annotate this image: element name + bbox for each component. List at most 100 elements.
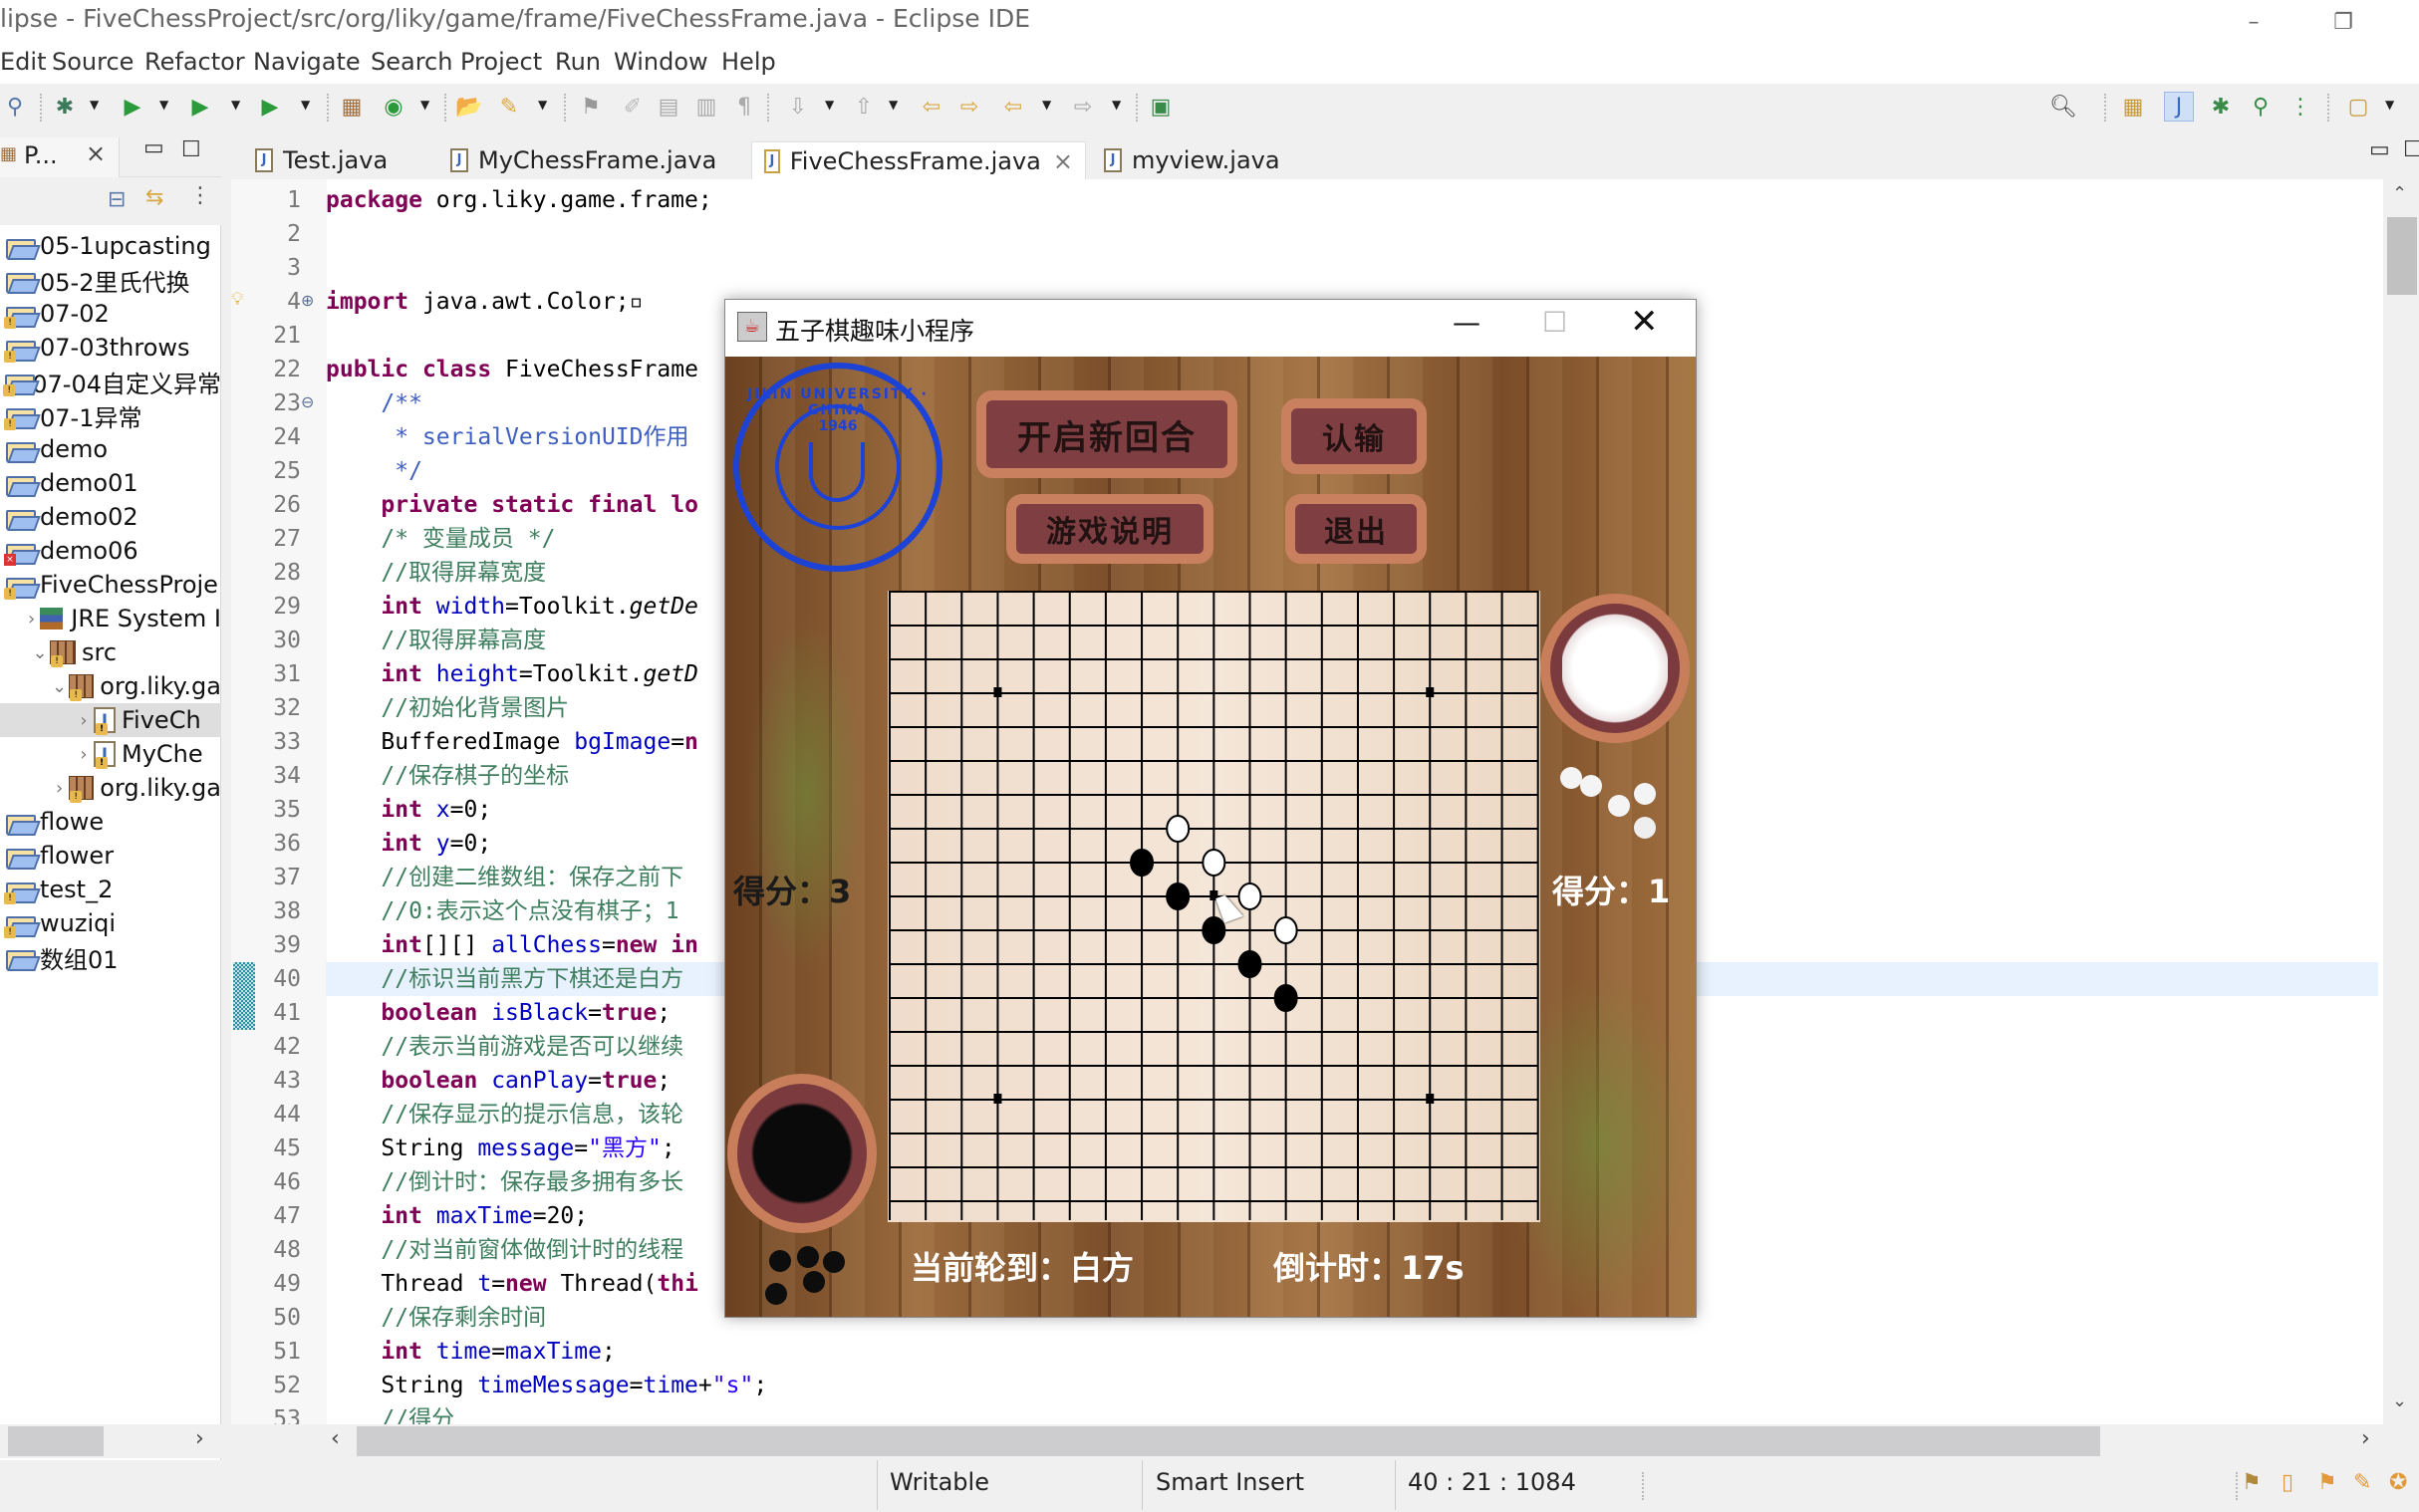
minimize-icon[interactable]: —: [1453, 306, 1480, 339]
package-explorer-tab[interactable]: ▦ P... ×: [0, 137, 120, 177]
scrollbar-thumb[interactable]: [8, 1426, 104, 1456]
instructions-button[interactable]: 游戏说明: [1006, 494, 1213, 564]
menu-search[interactable]: Search: [371, 48, 452, 76]
annotation-icon[interactable]: ⚑: [576, 92, 606, 122]
code-line[interactable]: int time=maxTime;: [326, 1335, 2378, 1369]
tree-item[interactable]: ! 07-1异常: [0, 398, 221, 432]
black-stone[interactable]: [1273, 984, 1298, 1012]
scrollbar-thumb[interactable]: [2387, 217, 2417, 295]
tree-item[interactable]: › JRE System I: [0, 602, 221, 635]
editor-vertical-scrollbar[interactable]: ⌃ ⌄: [2384, 179, 2419, 1424]
minimize-editor-icon[interactable]: ▭: [2369, 137, 2390, 162]
overview-icon[interactable]: ▯: [2282, 1470, 2293, 1495]
open-perspective-icon[interactable]: ▦: [2118, 92, 2148, 122]
tree-item[interactable]: ⌄! src: [0, 635, 221, 669]
collapse-all-icon[interactable]: ⊟: [108, 187, 126, 212]
samples-icon[interactable]: ✎: [2353, 1470, 2371, 1495]
chevron-down-icon[interactable]: ▼: [301, 98, 310, 112]
java-perspective-icon[interactable]: J: [2164, 92, 2194, 122]
last-edit-icon[interactable]: ⇦: [917, 92, 946, 122]
view-menu-icon[interactable]: ⋮: [189, 183, 211, 208]
open-type-icon[interactable]: 📂: [454, 92, 484, 122]
scroll-right-icon[interactable]: ›: [195, 1426, 204, 1451]
tree-item[interactable]: ! 07-03throws: [0, 331, 221, 365]
chevron-down-icon[interactable]: ▼: [538, 98, 547, 112]
next-annotation-icon[interactable]: ⇩: [783, 92, 813, 122]
back-icon[interactable]: ⇦: [998, 92, 1028, 122]
white-stone[interactable]: [1166, 815, 1191, 843]
board-grid[interactable]: [888, 591, 1540, 1222]
new-java-package-icon[interactable]: ▦: [337, 92, 367, 122]
tree-item[interactable]: demo02: [0, 500, 221, 534]
menu-project[interactable]: Project: [460, 48, 542, 76]
minimize-view-icon[interactable]: ▭: [143, 135, 164, 160]
menu-edit[interactable]: Edit: [0, 48, 46, 76]
menu-refactor[interactable]: Refactor: [144, 48, 245, 76]
tree-item[interactable]: demo01: [0, 466, 221, 500]
chevron-down-icon[interactable]: ▼: [159, 98, 168, 112]
new-window-icon[interactable]: ▢: [2343, 92, 2373, 122]
tab-test-java[interactable]: J Test.java: [243, 141, 400, 179]
tree-item[interactable]: ›! org.liky.ga: [0, 771, 221, 805]
new-class-icon[interactable]: ◉: [379, 92, 408, 122]
scrollbar-thumb[interactable]: [357, 1426, 2100, 1456]
edit-icon[interactable]: ✐: [618, 92, 648, 122]
tree-item[interactable]: ! wuziqi: [0, 906, 221, 940]
tab-mychessframe-java[interactable]: J MyChessFrame.java: [438, 141, 728, 179]
chevron-right-icon[interactable]: ›: [74, 710, 94, 731]
tree-item[interactable]: demo: [0, 432, 221, 466]
external-tools-icon[interactable]: ▶: [255, 92, 285, 122]
maximize-editor-icon[interactable]: ☐: [2403, 137, 2419, 162]
code-line[interactable]: //得分: [326, 1402, 2378, 1424]
close-icon[interactable]: ×: [1053, 147, 1073, 175]
tree-item[interactable]: ! FiveChessProje: [0, 568, 221, 602]
tree-item[interactable]: ! 07-02: [0, 297, 221, 331]
restore-button[interactable]: ❐: [2311, 0, 2375, 44]
code-line[interactable]: [326, 251, 2378, 285]
search-icon[interactable]: 🔍︎: [2048, 92, 2078, 122]
chevron-right-icon[interactable]: ›: [74, 744, 94, 765]
chevron-down-icon[interactable]: ▼: [1112, 98, 1121, 112]
tree-item[interactable]: 05-1upcasting: [0, 229, 221, 263]
tab-fivechessframe-java[interactable]: J FiveChessFrame.java ×: [751, 141, 1086, 179]
pin-editor-icon[interactable]: ▣: [1146, 92, 1176, 122]
progress-icon[interactable]: ⚑: [2242, 1470, 2262, 1495]
chevron-down-icon[interactable]: ▼: [420, 98, 429, 112]
prev-annotation-icon[interactable]: ⇧: [849, 92, 879, 122]
exit-button[interactable]: 退出: [1285, 494, 1427, 564]
minimize-button[interactable]: –: [2222, 0, 2285, 44]
chevron-down-icon[interactable]: ⌄: [30, 642, 50, 663]
scroll-left-icon[interactable]: ‹: [331, 1426, 340, 1451]
menu-window[interactable]: Window: [614, 48, 708, 76]
debug-icon[interactable]: ✱: [50, 92, 80, 122]
menu-navigate[interactable]: Navigate: [253, 48, 361, 76]
block-selection-icon[interactable]: ▥: [691, 92, 721, 122]
tree-item[interactable]: flower: [0, 839, 221, 873]
tree-item[interactable]: flowe: [0, 805, 221, 839]
close-icon[interactable]: ✕: [1630, 302, 1659, 342]
chevron-down-icon[interactable]: ▼: [825, 98, 834, 112]
show-whitespace-icon[interactable]: ¶: [729, 92, 759, 122]
whats-new-icon[interactable]: ✪: [2389, 1470, 2407, 1495]
chevron-down-icon[interactable]: ▼: [889, 98, 898, 112]
black-stone[interactable]: [1202, 916, 1226, 944]
forward-edit-icon[interactable]: ⇨: [954, 92, 984, 122]
menu-source[interactable]: Source: [52, 48, 134, 76]
menu-run[interactable]: Run: [555, 48, 601, 76]
tree-item[interactable]: › J! MyChe: [0, 737, 221, 771]
run-icon[interactable]: ▶: [118, 92, 147, 122]
close-icon[interactable]: ×: [86, 139, 106, 167]
black-stone[interactable]: [1130, 849, 1155, 877]
insert-mode-status[interactable]: Smart Insert: [1156, 1468, 1304, 1496]
forward-icon[interactable]: ⇨: [1068, 92, 1098, 122]
white-stone[interactable]: [1273, 916, 1298, 944]
mark-occurrences-icon[interactable]: ▤: [654, 92, 683, 122]
chevron-down-icon[interactable]: ▼: [231, 98, 240, 112]
chevron-down-icon[interactable]: ▼: [2385, 98, 2394, 112]
chevron-down-icon[interactable]: ▼: [90, 98, 99, 112]
link-with-editor-icon[interactable]: ⇆: [145, 185, 163, 210]
gomoku-board[interactable]: [888, 591, 1540, 1222]
scroll-right-icon[interactable]: ›: [2361, 1426, 2370, 1451]
new-round-button[interactable]: 开启新回合: [976, 390, 1237, 478]
tab-myview-java[interactable]: Jmyview.java: [1092, 141, 1292, 179]
